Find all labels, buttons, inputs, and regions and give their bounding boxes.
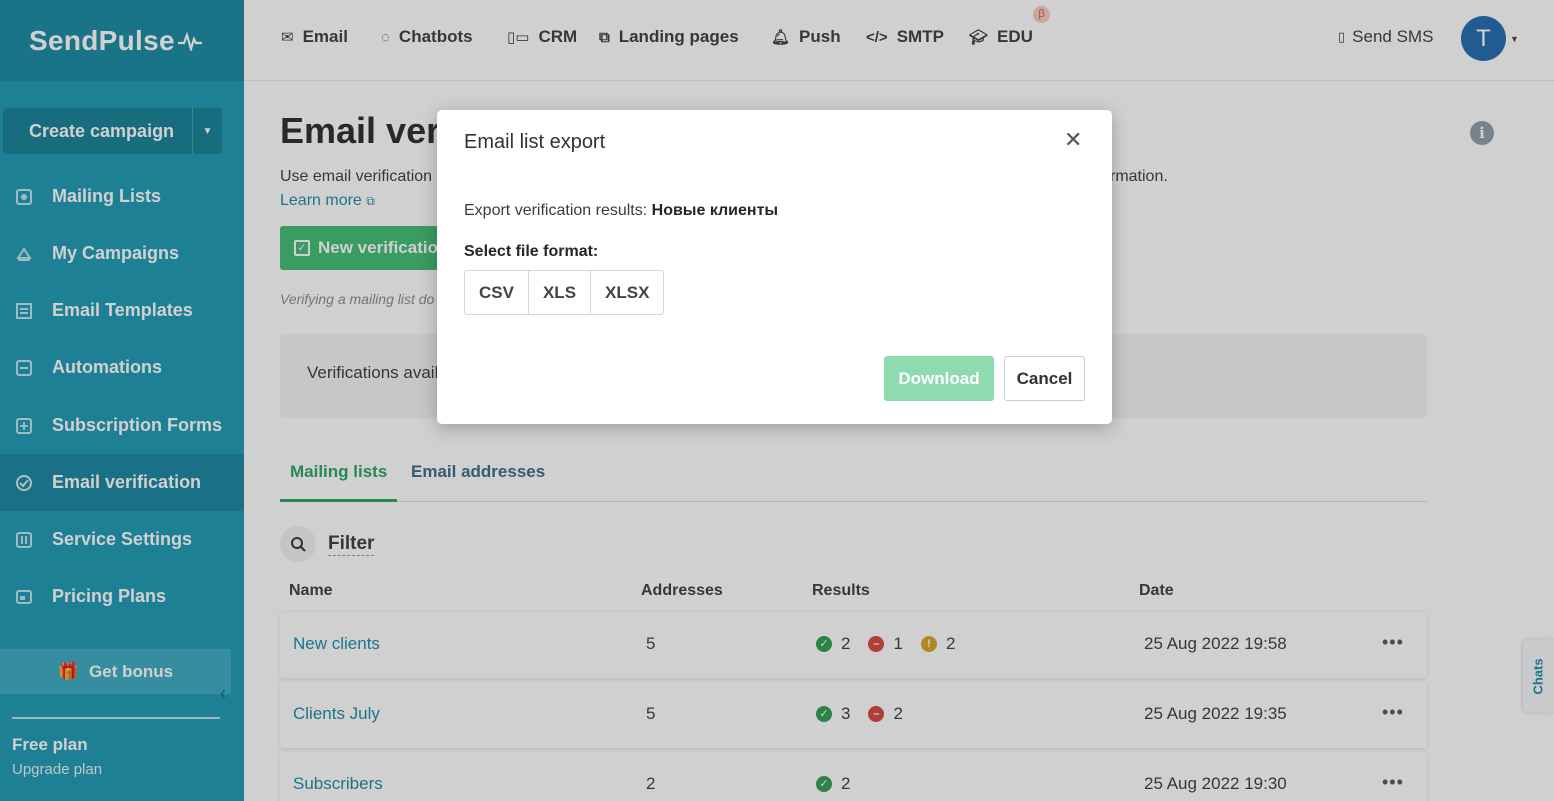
format-selector: CSV XLS XLSX (464, 270, 665, 315)
close-icon[interactable]: ✕ (1064, 128, 1082, 152)
format-xlsx-option[interactable]: XLSX (591, 271, 663, 314)
format-csv-option[interactable]: CSV (465, 271, 529, 314)
export-modal: Email list export ✕ Export verification … (437, 110, 1112, 424)
download-button[interactable]: Download (884, 356, 994, 401)
modal-title: Email list export (464, 131, 606, 153)
cancel-button[interactable]: Cancel (1004, 356, 1085, 401)
export-info: Export verification results: Новые клиен… (464, 202, 778, 220)
export-list-name: Новые клиенты (651, 202, 779, 219)
export-prefix: Export verification results: (464, 202, 648, 219)
format-xls-option[interactable]: XLS (529, 271, 592, 314)
select-format-label: Select file format: (464, 243, 599, 260)
